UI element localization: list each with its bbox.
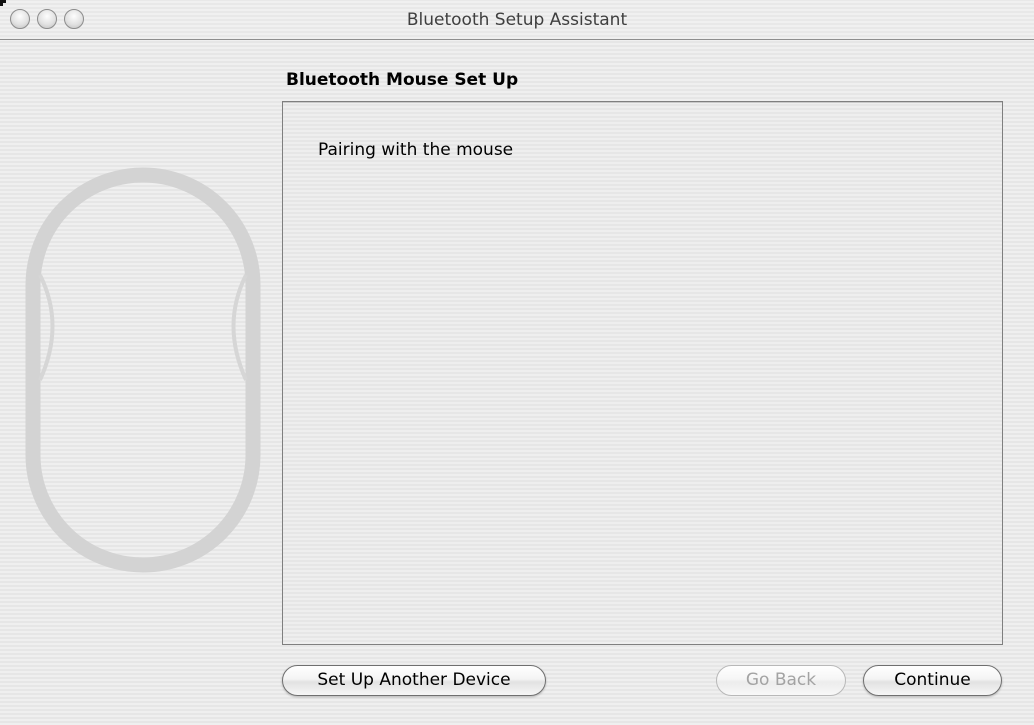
go-back-button[interactable]: Go Back bbox=[716, 665, 846, 696]
window-title: Bluetooth Setup Assistant bbox=[406, 10, 628, 30]
setup-assistant-window: Bluetooth Setup Assistant Bluetooth Mous… bbox=[0, 0, 1034, 725]
mouse-outline-icon bbox=[25, 165, 265, 575]
continue-button[interactable]: Continue bbox=[863, 665, 1002, 696]
pairing-status-text: Pairing with the mouse bbox=[318, 140, 514, 160]
title-bar[interactable]: Bluetooth Setup Assistant bbox=[0, 0, 1034, 40]
set-up-another-device-button[interactable]: Set Up Another Device bbox=[282, 665, 546, 696]
content-panel: Pairing with the mouse bbox=[282, 101, 1003, 645]
section-title: Bluetooth Mouse Set Up bbox=[286, 70, 519, 90]
